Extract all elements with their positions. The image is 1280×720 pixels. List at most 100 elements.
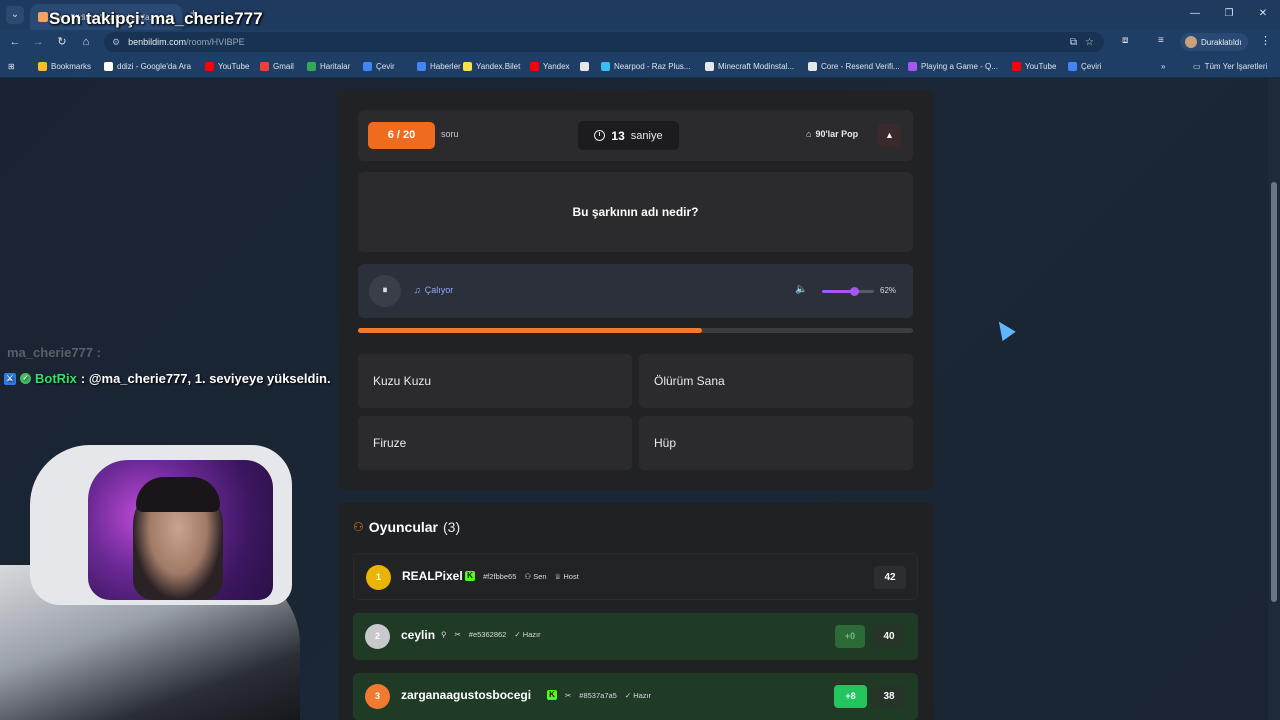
- kick-player-icon[interactable]: ✂: [565, 691, 571, 700]
- question-counter: 6 / 20: [368, 122, 435, 149]
- player-meta: K ✂ #8537a7a5 ✓ Hazır: [547, 690, 651, 700]
- site-info-icon[interactable]: ⚙: [112, 37, 120, 48]
- tab-search-button[interactable]: ⌄: [6, 6, 24, 24]
- category-label: ⌂ 90'lar Pop: [806, 129, 858, 139]
- volume-knob[interactable]: [849, 287, 859, 296]
- bookmark-label: Core - Resend Verifi...: [821, 61, 900, 71]
- player-meta: K #f2fbbe65 ⚇ Sen ♕ Host: [465, 571, 579, 581]
- bookmark-item[interactable]: Playing a Game - Q...: [908, 60, 998, 72]
- scrollbar[interactable]: [1268, 78, 1280, 720]
- bookmark-star-icon[interactable]: ☆: [1085, 37, 1094, 48]
- bookmark-favicon-icon: [580, 61, 589, 71]
- answer-option-3[interactable]: Firuze: [358, 416, 632, 470]
- game-card: 6 / 20 soru 13 saniye ⌂ 90'lar Pop ▲ Bu …: [338, 90, 934, 490]
- bookmark-item[interactable]: Minecraft Modinstal...: [705, 60, 794, 72]
- kick-player-icon[interactable]: ✂: [455, 630, 461, 639]
- bookmark-label: Nearpod - Raz Plus...: [614, 61, 691, 71]
- player-name: ceylin: [401, 628, 436, 642]
- report-button[interactable]: ▲: [878, 124, 901, 147]
- more-bookmarks-icon[interactable]: »: [1161, 60, 1165, 72]
- verified-badge-icon: ✓: [20, 373, 31, 384]
- kick-icon: K: [465, 571, 475, 581]
- all-bookmarks-label: Tüm Yer İşaretleri: [1204, 61, 1268, 71]
- all-bookmarks-folder[interactable]: ▭ Tüm Yer İşaretleri: [1193, 60, 1267, 72]
- answer-option-1[interactable]: Kuzu Kuzu: [358, 354, 632, 408]
- site-favicon-icon: [38, 12, 48, 22]
- bookmark-label: Yandex.Bilet: [476, 61, 521, 71]
- scrollbar-thumb[interactable]: [1271, 182, 1277, 602]
- clock-icon: [594, 130, 606, 141]
- question-box: Bu şarkının adı nedir?: [358, 172, 913, 252]
- browser-menu-icon[interactable]: ⋮: [1260, 34, 1271, 47]
- bookmark-item[interactable]: Haritalar: [307, 60, 350, 72]
- bookmark-item[interactable]: Çevir: [363, 60, 395, 72]
- bookmark-item[interactable]: Yandex.Bilet: [463, 60, 520, 72]
- bookmark-favicon-icon: [463, 61, 472, 71]
- bookmark-favicon-icon: [205, 61, 214, 71]
- category-text: 90'lar Pop: [815, 129, 859, 139]
- bookmark-favicon-icon: [530, 61, 539, 71]
- bookmark-item[interactable]: Yandex: [530, 60, 570, 72]
- player-id: #8537a7a5: [579, 690, 617, 700]
- bookmark-label: Gmail: [273, 61, 294, 71]
- score-delta: +0: [835, 625, 865, 648]
- extensions-icon[interactable]: ⧈: [1122, 35, 1128, 46]
- player-meta: ⚲ ✂ #e5362862 ✓ Hazır: [441, 630, 541, 639]
- bookmark-favicon-icon: [307, 61, 316, 71]
- bookmark-label: YouTube: [1025, 61, 1057, 71]
- address-bar[interactable]: ⚙ benbildim.com /room/HVIBPE ⧉ ☆: [104, 32, 1104, 52]
- player-score: 40: [873, 625, 905, 648]
- tag-you-label: Sen: [533, 571, 547, 581]
- answer-option-2[interactable]: Ölürüm Sana: [639, 354, 913, 408]
- bookmark-favicon-icon: [601, 61, 610, 71]
- question-text: Bu şarkının adı nedir?: [572, 205, 699, 219]
- tag-host-label: Host: [563, 571, 579, 581]
- home-button[interactable]: ⌂: [78, 34, 94, 50]
- music-note-icon: ♫: [414, 285, 421, 295]
- audio-player: ⏸ ♫ Çalıyor 🔈 62%: [358, 264, 913, 318]
- volume-slider[interactable]: [822, 287, 874, 296]
- player-score: 42: [874, 566, 906, 589]
- apps-icon[interactable]: ⊞: [8, 60, 15, 72]
- pause-icon: ⏸: [382, 285, 388, 296]
- reload-button[interactable]: ↻: [54, 34, 70, 50]
- song-progress-bar: [358, 328, 913, 333]
- close-window-button[interactable]: ✕: [1246, 0, 1280, 28]
- bookmark-item[interactable]: Gmail: [260, 60, 294, 72]
- answer-option-4[interactable]: Hüp: [639, 416, 913, 470]
- forward-button[interactable]: →: [30, 34, 46, 50]
- player-tag-host: ♕ Host: [554, 571, 579, 581]
- volume-icon[interactable]: 🔈: [795, 284, 807, 295]
- profile-button[interactable]: Duraklatıldı: [1180, 33, 1248, 51]
- bookmark-item[interactable]: YouTube: [1012, 60, 1056, 72]
- window-controls: — ❐ ✕: [1178, 0, 1280, 28]
- bookmark-label: Playing a Game - Q...: [921, 61, 998, 71]
- bookmark-favicon-icon: [104, 61, 113, 71]
- bookmark-item[interactable]: Nearpod - Raz Plus...: [601, 60, 690, 72]
- rank-badge: 1: [366, 565, 391, 590]
- bookmark-item[interactable]: [580, 60, 589, 72]
- back-button[interactable]: ←: [7, 34, 23, 50]
- bookmark-item[interactable]: Bookmarks: [38, 60, 91, 72]
- bookmark-item[interactable]: ddizi - Google'da Ara: [104, 60, 191, 72]
- minimize-button[interactable]: —: [1178, 0, 1212, 28]
- player-ready-status: ✓ Hazır: [624, 690, 652, 700]
- bookmark-item[interactable]: Haberler: [417, 60, 461, 72]
- player-score: 38: [873, 685, 905, 708]
- pause-button[interactable]: ⏸: [369, 275, 401, 307]
- url-host: benbildim.com: [128, 37, 187, 47]
- timer: 13 saniye: [578, 121, 679, 150]
- install-app-icon[interactable]: ⧉: [1070, 37, 1077, 48]
- score-delta: +8: [834, 685, 867, 708]
- bookmark-item[interactable]: Core - Resend Verifi...: [808, 60, 900, 72]
- media-control-icon[interactable]: ≡: [1158, 35, 1164, 46]
- playback-status-text: Çalıyor: [424, 285, 454, 295]
- bookmark-label: Çevir: [376, 61, 395, 71]
- bookmark-item[interactable]: YouTube: [205, 60, 249, 72]
- bookmark-item[interactable]: Çeviri: [1068, 60, 1101, 72]
- player-name: REALPixel: [402, 569, 463, 583]
- webcam-mirror-overlay: [0, 445, 300, 720]
- maximize-button[interactable]: ❐: [1212, 0, 1246, 28]
- users-icon: ⚇: [353, 520, 364, 534]
- bookmark-label: Bookmarks: [51, 61, 92, 71]
